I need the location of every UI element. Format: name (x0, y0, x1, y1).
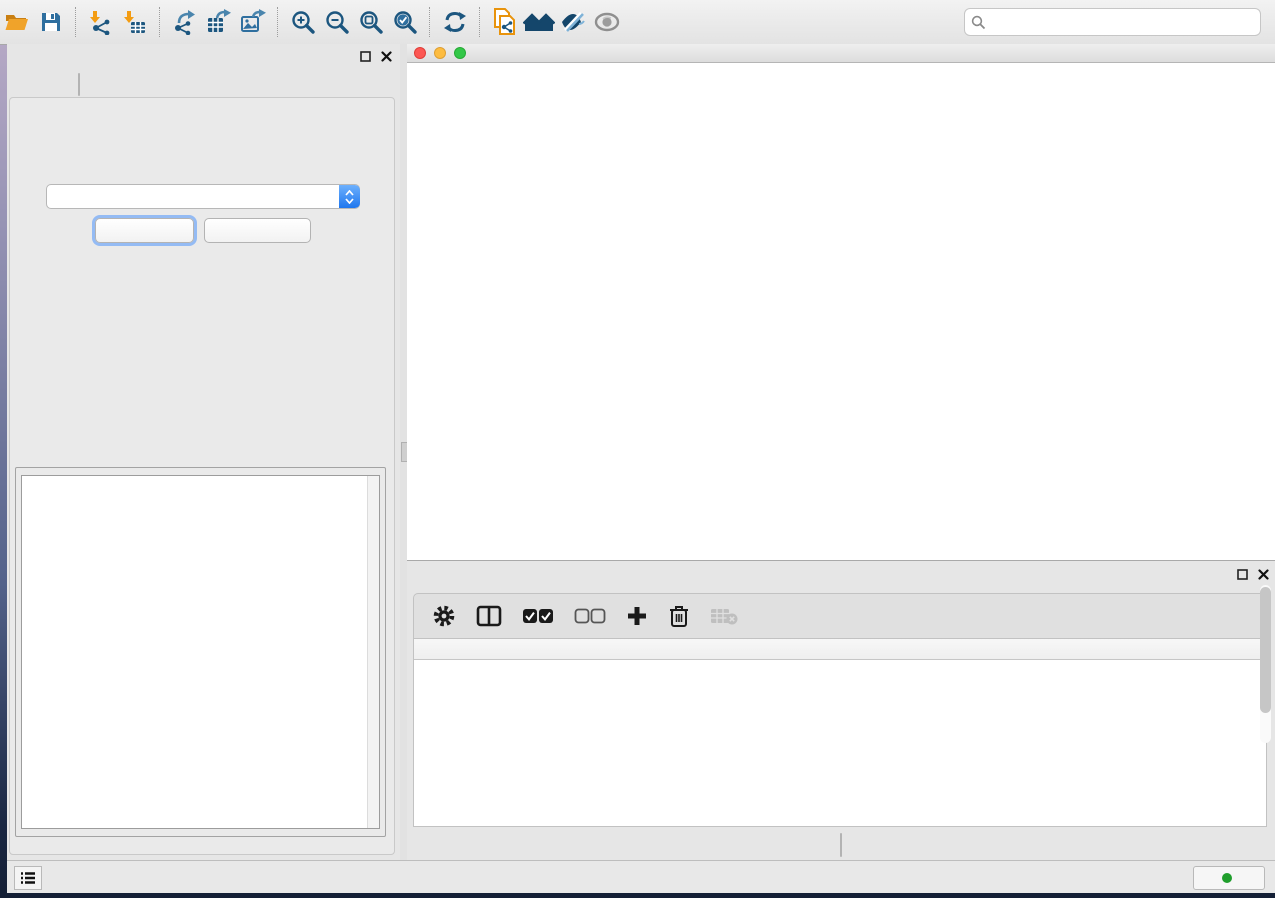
toolbar-separator (479, 7, 481, 37)
show-graphics-details-icon[interactable] (590, 5, 624, 39)
close-panel-button[interactable] (204, 218, 311, 243)
select-stepper-icon (339, 185, 360, 208)
table-scrollbar-thumb[interactable] (1260, 587, 1271, 713)
network-window (407, 44, 1275, 560)
export-network-icon[interactable] (168, 5, 202, 39)
search-box (964, 8, 1261, 36)
toolbar-separator (159, 7, 161, 37)
zoom-in-icon[interactable] (286, 5, 320, 39)
node-table[interactable] (413, 639, 1267, 827)
search-input[interactable] (992, 11, 1260, 33)
home-networks-icon[interactable] (522, 5, 556, 39)
table-header-row (414, 639, 1266, 660)
window-maximize-traffic-light[interactable] (454, 47, 466, 59)
memory-button[interactable] (1193, 866, 1265, 890)
export-table-icon[interactable] (202, 5, 236, 39)
open-folder-icon[interactable] (0, 5, 34, 39)
toolbar-separator (75, 7, 77, 37)
window-minimize-traffic-light[interactable] (434, 47, 446, 59)
mcds-tab-content (9, 97, 395, 855)
table-panel-tabbar (407, 833, 1275, 857)
refresh-icon[interactable] (438, 5, 472, 39)
select-all-icon[interactable] (522, 608, 554, 624)
show-columns-icon[interactable] (476, 605, 502, 627)
application-window (0, 0, 1275, 898)
network-canvas[interactable] (407, 62, 1275, 560)
search-icon (971, 15, 986, 30)
import-table-icon[interactable] (118, 5, 152, 39)
control-panel-float-button[interactable] (358, 49, 373, 64)
window-close-traffic-light[interactable] (414, 47, 426, 59)
mcds-result-list (22, 476, 367, 828)
zoom-fit-icon[interactable] (354, 5, 388, 39)
table-settings-gear-icon[interactable] (432, 604, 456, 628)
mcds-list-scrollbar[interactable] (367, 476, 379, 828)
zoom-out-icon[interactable] (320, 5, 354, 39)
optimization-criterion-select[interactable] (46, 184, 360, 209)
deselect-all-icon[interactable] (574, 608, 606, 624)
add-column-plus-icon[interactable] (626, 605, 648, 627)
task-history-list-icon[interactable] (14, 866, 42, 890)
export-image-icon[interactable] (236, 5, 270, 39)
toolbar-separator (277, 7, 279, 37)
table-panel-float-button[interactable] (1235, 567, 1250, 582)
delete-trash-icon[interactable] (668, 604, 690, 628)
table-scrollbar[interactable] (1260, 585, 1271, 743)
save-icon[interactable] (34, 5, 68, 39)
import-network-icon[interactable] (84, 5, 118, 39)
memory-status-dot (1222, 873, 1232, 883)
mcds-result-listbox (21, 475, 380, 829)
table-toolbar (413, 593, 1267, 639)
control-panel (7, 44, 400, 860)
zoom-selected-icon[interactable] (388, 5, 422, 39)
table-panel-close-icon[interactable] (1256, 567, 1271, 582)
hide-graphics-details-icon[interactable] (556, 5, 590, 39)
network-from-file-icon[interactable] (488, 5, 522, 39)
main-toolbar (0, 0, 1275, 45)
delete-table-icon (710, 606, 738, 626)
network-window-titlebar[interactable] (407, 44, 1275, 63)
run-mcds-button[interactable] (95, 218, 194, 243)
status-bar (7, 860, 1275, 893)
toolbar-separator (429, 7, 431, 37)
table-panel (407, 560, 1275, 861)
control-panel-tabbar (78, 73, 80, 96)
mcds-result-fieldset (15, 467, 386, 837)
control-panel-close-icon[interactable] (379, 49, 394, 64)
